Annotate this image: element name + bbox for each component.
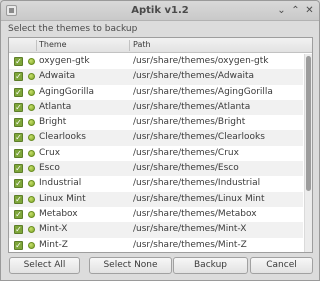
header-divider [36, 40, 37, 51]
table-row[interactable]: ✓ Metabox/usr/share/themes/Metabox [9, 207, 303, 222]
table-row[interactable]: ✓ Linux Mint/usr/share/themes/Linux Mint [9, 191, 303, 207]
checkbox[interactable]: ✓ [14, 194, 23, 204]
button-bar: Select All Select None Backup Cancel [1, 257, 319, 275]
status-dot-icon [28, 103, 35, 111]
backup-button[interactable]: Backup [173, 257, 248, 274]
theme-name-cell: Mint-X [39, 224, 68, 235]
checkbox[interactable]: ✓ [14, 164, 23, 174]
theme-path-cell: /usr/share/themes/Esco [133, 163, 239, 174]
select-all-button[interactable]: Select All [9, 257, 80, 274]
themes-list: Theme Path ✓ oxygen-gtk/usr/share/themes/… [8, 37, 313, 253]
theme-name-cell: oxygen-gtk [39, 56, 90, 66]
list-header: Theme Path [9, 38, 312, 53]
checkbox[interactable]: ✓ [14, 225, 23, 235]
window-title: Aptik v1.2 [131, 5, 189, 16]
column-header-theme[interactable]: Theme [39, 40, 67, 49]
status-dot-icon [28, 195, 35, 203]
table-row[interactable]: ✓ Clearlooks/usr/share/themes/Clearlooks [9, 130, 303, 146]
table-row[interactable]: ✓ Esco/usr/share/themes/Esco [9, 161, 303, 177]
checkbox[interactable]: ✓ [14, 133, 23, 143]
theme-name-cell: Bright [39, 117, 67, 128]
theme-rows: ✓ oxygen-gtk/usr/share/themes/oxygen-gtk ✓… [9, 54, 303, 252]
theme-path-cell: /usr/share/themes/Adwaita [133, 71, 255, 82]
theme-path-cell: /usr/share/themes/oxygen-gtk [133, 56, 269, 66]
theme-name-cell: Adwaita [39, 71, 76, 82]
theme-name-cell: Industrial [39, 178, 82, 189]
status-dot-icon [28, 119, 35, 127]
status-dot-icon [28, 226, 35, 234]
table-row[interactable]: ✓ Atlanta/usr/share/themes/Atlanta [9, 99, 303, 116]
table-row[interactable]: ✓ Bright/usr/share/themes/Bright [9, 115, 303, 130]
header-divider [129, 40, 130, 51]
theme-name-cell: Atlanta [39, 101, 72, 112]
theme-path-cell: /usr/share/themes/Crux [133, 147, 239, 158]
checkbox[interactable]: ✓ [14, 72, 23, 82]
table-row[interactable]: ✓ AgingGorilla/usr/share/themes/AgingGori… [9, 85, 303, 100]
status-dot-icon [28, 88, 35, 96]
table-row[interactable]: ✓ Adwaita/usr/share/themes/Adwaita [9, 69, 303, 85]
theme-path-cell: /usr/share/themes/AgingGorilla [133, 86, 273, 97]
theme-path-cell: /usr/share/themes/Linux Mint [133, 193, 265, 204]
checkbox[interactable]: ✓ [14, 209, 23, 219]
table-row[interactable]: ✓ Mint-Z/usr/share/themes/Mint-Z [9, 238, 303, 252]
cancel-button[interactable]: Cancel [250, 257, 313, 274]
checkbox[interactable]: ✓ [14, 179, 23, 189]
status-dot-icon [28, 58, 35, 65]
theme-path-cell: /usr/share/themes/Atlanta [133, 101, 251, 112]
checkbox[interactable]: ✓ [14, 148, 23, 158]
theme-name-cell: AgingGorilla [39, 86, 94, 97]
status-dot-icon [28, 180, 35, 188]
checkbox[interactable]: ✓ [14, 118, 23, 128]
status-dot-icon [28, 241, 35, 249]
status-dot-icon [28, 165, 35, 173]
minimize-icon[interactable]: ⌄ [276, 5, 287, 16]
scrollbar-thumb[interactable] [306, 56, 311, 191]
status-dot-icon [28, 73, 35, 81]
maximize-icon[interactable]: ⌃ [290, 5, 301, 16]
checkbox[interactable]: ✓ [14, 87, 23, 97]
theme-path-cell: /usr/share/themes/Mint-X [133, 224, 247, 235]
checkbox[interactable]: ✓ [14, 57, 23, 66]
theme-path-cell: /usr/share/themes/Metabox [133, 208, 257, 219]
theme-path-cell: /usr/share/themes/Industrial [133, 178, 261, 189]
close-icon[interactable]: ✕ [304, 5, 315, 16]
column-header-path[interactable]: Path [133, 40, 151, 49]
checkbox[interactable]: ✓ [14, 102, 23, 112]
theme-name-cell: Clearlooks [39, 132, 86, 143]
table-row[interactable]: ✓ oxygen-gtk/usr/share/themes/oxygen-gtk [9, 54, 303, 69]
checkbox[interactable]: ✓ [14, 240, 23, 250]
table-row[interactable]: ✓ Mint-X/usr/share/themes/Mint-X [9, 222, 303, 238]
theme-name-cell: Linux Mint [39, 193, 86, 204]
status-dot-icon [28, 210, 35, 218]
aptik-window: Aptik v1.2 ⌄ ⌃ ✕ Select the themes to ba… [0, 0, 320, 281]
vertical-scrollbar[interactable] [304, 54, 312, 252]
title-bar[interactable]: Aptik v1.2 ⌄ ⌃ ✕ [1, 1, 319, 21]
instruction-label: Select the themes to backup [8, 24, 138, 34]
table-row[interactable]: ✓ Industrial/usr/share/themes/Industrial [9, 176, 303, 191]
theme-path-cell: /usr/share/themes/Clearlooks [133, 132, 265, 143]
select-none-button[interactable]: Select None [89, 257, 172, 274]
theme-name-cell: Crux [39, 147, 61, 158]
theme-name-cell: Metabox [39, 208, 78, 219]
status-dot-icon [28, 134, 35, 142]
theme-name-cell: Mint-Z [39, 239, 68, 250]
theme-path-cell: /usr/share/themes/Mint-Z [133, 239, 247, 250]
theme-path-cell: /usr/share/themes/Bright [133, 117, 246, 128]
status-dot-icon [28, 149, 35, 157]
table-row[interactable]: ✓ Crux/usr/share/themes/Crux [9, 146, 303, 161]
theme-name-cell: Esco [39, 163, 60, 174]
